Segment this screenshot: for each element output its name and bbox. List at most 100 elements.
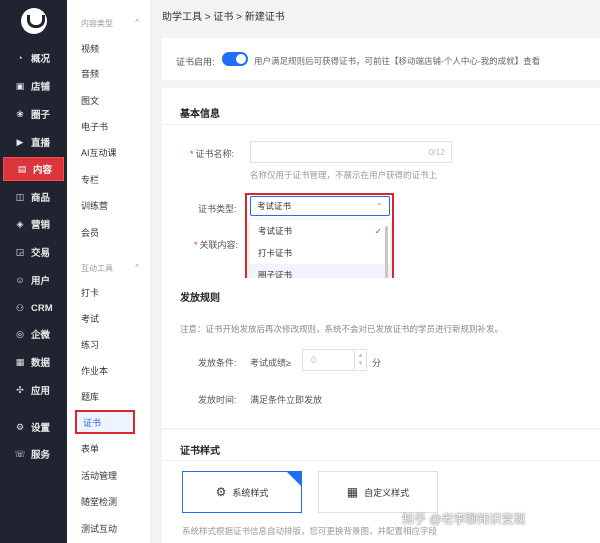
nav-item-trade[interactable]: ◲ 交易 [4, 241, 63, 263]
system-style-option[interactable]: ⚙ 系统样式 [182, 471, 302, 513]
rules-title: 发放规则 [180, 293, 220, 304]
nav-item-label: 交易 [31, 248, 51, 259]
nav-item-live[interactable]: ▶ 直播 [4, 131, 63, 153]
submenu-item[interactable]: 活动管理 [81, 469, 117, 482]
cert-name-label: * 证书名称: [190, 149, 235, 159]
nav-item-settings[interactable]: ⚙ 设置 [4, 416, 63, 438]
condition-label: 发放条件: [198, 358, 237, 368]
crm-icon: ⚇ [15, 302, 25, 313]
divider [162, 124, 600, 125]
nav-item-apps[interactable]: ✣ 应用 [4, 379, 63, 401]
submenu-item[interactable]: 题库 [81, 390, 99, 403]
stepper-arrows[interactable]: ▲ ▼ [354, 350, 366, 370]
submenu-item[interactable]: 随堂检测 [81, 495, 117, 508]
nav-item-service[interactable]: ☏ 服务 [4, 443, 63, 465]
nav-item-label: 企微 [31, 330, 51, 341]
nav-item-label: 数据 [31, 358, 51, 369]
divider [162, 460, 600, 461]
store-icon: ▣ [15, 80, 25, 91]
custom-style-option[interactable]: ▦ 自定义样式 [318, 471, 438, 513]
content-icon: ▤ [17, 163, 27, 174]
nav-item-content[interactable]: ▤ 内容 [3, 157, 64, 181]
submenu-group-interactive-tools[interactable]: 互动工具 ^ [81, 263, 139, 274]
chevron-up-icon: ^ [135, 18, 139, 27]
enable-hint: 用户满足规则后可获得证书，可前往【移动端店铺-个人中心-我的成就】查看 [254, 56, 541, 66]
submenu-item[interactable]: 专栏 [81, 173, 99, 186]
circle-icon: ❀ [16, 108, 24, 119]
dashboard-icon: ◔ [17, 53, 23, 63]
nav-item-label: 服务 [31, 450, 51, 461]
nav-item-label: 设置 [31, 423, 51, 434]
cert-name-help: 名称仅用于证书管理，不展示在用户获得的证书上 [250, 170, 438, 180]
grid-icon: ▦ [346, 485, 359, 499]
nav-item-goods[interactable]: ◫ 商品 [4, 186, 63, 208]
data-icon: ▦ [15, 356, 25, 367]
service-icon: ☏ [14, 448, 26, 459]
wecom-icon: ◎ [16, 328, 24, 339]
rules-note: 注意：证书开始发放后再次修改规则，系统不会对已发放证书的学员进行新规则补发。 [180, 324, 504, 334]
related-content-label: * 关联内容: [194, 240, 239, 250]
gear-icon: ⚙ [215, 485, 227, 499]
nav-item-label: 用户 [31, 276, 51, 287]
submenu-item[interactable]: 视频 [81, 42, 99, 55]
nav-item-label: 店铺 [31, 82, 51, 93]
submenu-item[interactable]: 图文 [81, 94, 99, 107]
cert-name-counter: 0/12 [428, 147, 445, 157]
watermark: 知乎 @老李聊知识变现 [402, 512, 526, 526]
submenu-item[interactable]: 表单 [81, 442, 99, 455]
logo-icon [20, 8, 47, 34]
submenu-item[interactable]: 作业本 [81, 364, 108, 377]
submenu-item-certificate[interactable]: 证书 [75, 410, 135, 434]
condition-unit: 分 [372, 358, 382, 368]
nav-item-label: 内容 [33, 165, 53, 176]
nav-item-label: CRM [31, 302, 53, 314]
nav-item-label: 圈子 [31, 110, 51, 121]
live-icon: ▶ [16, 136, 24, 147]
nav-item-label: 商品 [31, 193, 51, 204]
enable-toggle[interactable] [222, 52, 248, 66]
submenu-item[interactable]: 考试 [81, 312, 99, 325]
breadcrumb: 助学工具 > 证书 > 新建证书 [162, 12, 285, 23]
nav-item-wecom[interactable]: ◎ 企微 [4, 323, 63, 345]
nav-item-store[interactable]: ▣ 店铺 [4, 75, 63, 97]
submenu-item[interactable]: 打卡 [81, 286, 99, 299]
submenu-item[interactable]: 电子书 [81, 120, 108, 133]
sub-menu: 内容类型 ^ 视频音频图文电子书 AI互动课专栏训练营会员 互动工具 ^ 打卡考试… [67, 0, 151, 543]
style-note: 系统样式根据证书信息自动排版，您可更换背景图，并配置相应字段 [182, 526, 438, 536]
trade-icon: ◲ [15, 246, 25, 257]
style-title: 证书样式 [180, 446, 220, 457]
nav-item-label: 直播 [31, 138, 51, 149]
nav-item-label: 营销 [31, 220, 51, 231]
nav-item-dashboard[interactable]: ◔ 概况 [4, 47, 63, 69]
main-nav: ◔ 概况 ▣ 店铺 ❀ 圈子 ▶ 直播 ▤ 内容 ◫ 商品 ◈ 营销 ◲ 交易 ☺ 用户 ⚇ CRM ◎ 企微 ▦ 数据 ✣ 应用… [0, 0, 67, 543]
nav-item-data[interactable]: ▦ 数据 [4, 351, 63, 373]
submenu-item[interactable]: 会员 [81, 226, 99, 239]
nav-item-user[interactable]: ☺ 用户 [4, 269, 63, 291]
submenu-item[interactable]: 音频 [81, 67, 99, 80]
apps-icon: ✣ [16, 384, 24, 395]
submenu-item[interactable]: 练习 [81, 338, 99, 351]
settings-icon: ⚙ [15, 421, 25, 432]
condition-prefix: 考试成绩≥ [250, 358, 291, 368]
nav-item-marketing[interactable]: ◈ 营销 [4, 213, 63, 235]
time-value: 满足条件立即发放 [250, 395, 323, 405]
marketing-icon: ◈ [16, 218, 24, 229]
submenu-item[interactable]: 测试互动 [81, 522, 117, 535]
nav-item-label: 应用 [31, 386, 51, 397]
time-label: 发放时间: [198, 395, 237, 405]
enable-label: 证书启用: [176, 57, 215, 67]
score-stepper[interactable]: 0 ▲ ▼ [302, 349, 367, 371]
submenu-item[interactable]: AI互动课 [81, 146, 117, 159]
nav-item-label: 概况 [31, 54, 51, 65]
cert-name-input[interactable]: 0/12 [250, 141, 452, 163]
basic-info-title: 基本信息 [180, 109, 220, 120]
score-value: 0 [311, 355, 317, 365]
submenu-item[interactable]: 训练营 [81, 199, 108, 212]
submenu-group-content-types[interactable]: 内容类型 ^ [81, 18, 139, 29]
goods-icon: ◫ [15, 191, 25, 202]
user-icon: ☺ [15, 275, 25, 285]
nav-item-circle[interactable]: ❀ 圈子 [4, 103, 63, 125]
chevron-up-icon: ^ [135, 263, 139, 272]
cert-type-label: 证书类型: [198, 204, 237, 214]
nav-item-crm[interactable]: ⚇ CRM [4, 297, 63, 319]
